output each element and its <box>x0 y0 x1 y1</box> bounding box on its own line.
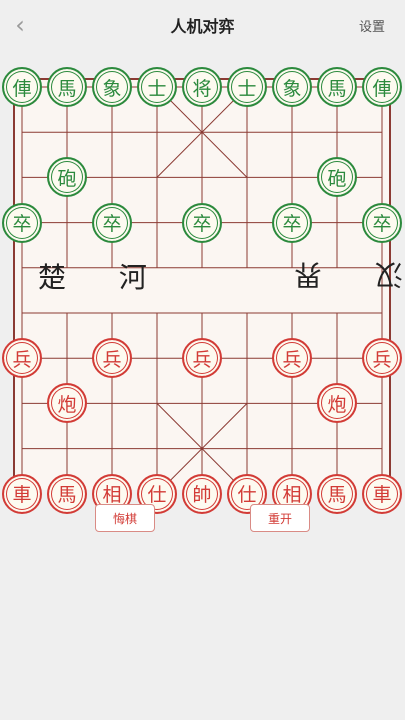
river-label-han-jie: 汉 界 <box>272 258 403 291</box>
black-piece[interactable]: 卒 <box>2 202 42 243</box>
settings-button[interactable]: 设置 <box>359 16 385 35</box>
black-piece[interactable]: 馬 <box>317 67 357 107</box>
red-piece[interactable]: 兵 <box>182 338 222 379</box>
red-piece[interactable]: 馬 <box>47 473 87 514</box>
restart-button[interactable]: 重开 <box>250 504 310 532</box>
black-piece[interactable]: 士 <box>137 67 177 107</box>
chess-board[interactable]: 楚 河 汉 界 俥馬象士将士象馬俥砲砲卒卒卒卒卒兵兵兵兵兵炮炮車馬相仕帥仕相馬車 <box>0 50 405 514</box>
red-piece[interactable]: 兵 <box>362 338 402 379</box>
page-title: 人机对弈 <box>170 17 235 36</box>
red-piece[interactable]: 馬 <box>317 473 357 514</box>
river-label-chu-he: 楚 河 <box>38 261 169 294</box>
black-piece[interactable]: 将 <box>182 67 222 107</box>
black-piece[interactable]: 馬 <box>47 67 87 107</box>
undo-button[interactable]: 悔棋 <box>95 504 155 532</box>
red-piece[interactable]: 兵 <box>2 338 42 379</box>
back-chevron-icon[interactable]: ‹ <box>10 12 30 38</box>
black-piece[interactable]: 象 <box>272 67 312 107</box>
red-piece[interactable]: 車 <box>2 473 42 514</box>
black-piece[interactable]: 俥 <box>362 67 402 107</box>
red-piece[interactable]: 車 <box>362 473 402 514</box>
black-piece[interactable]: 卒 <box>92 202 132 243</box>
black-piece[interactable]: 俥 <box>2 67 42 107</box>
header-bar: ‹ 人机对弈 设置 <box>0 0 405 50</box>
black-piece[interactable]: 士 <box>227 67 267 107</box>
red-piece[interactable]: 兵 <box>92 338 132 379</box>
black-piece[interactable]: 卒 <box>272 202 312 243</box>
black-piece[interactable]: 象 <box>92 67 132 107</box>
black-piece[interactable]: 卒 <box>182 202 222 243</box>
red-piece[interactable]: 帥 <box>182 473 222 514</box>
black-piece[interactable]: 卒 <box>362 202 402 243</box>
red-piece[interactable]: 兵 <box>272 338 312 379</box>
